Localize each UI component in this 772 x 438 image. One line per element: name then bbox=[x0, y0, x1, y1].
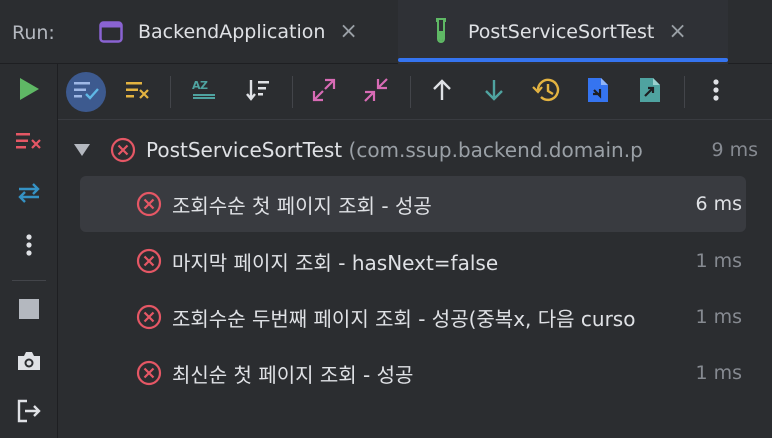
test-name: 조회수순 두번째 페이지 조회 - 성공(중복x, 다음 curso bbox=[172, 306, 636, 331]
test-results-tree: PostServiceSortTest (com.ssup.backend.do… bbox=[58, 120, 772, 438]
error-status-icon bbox=[136, 360, 162, 386]
test-class-name: PostServiceSortTest (com.ssup.backend.do… bbox=[146, 138, 703, 162]
next-failed-button[interactable] bbox=[474, 72, 514, 112]
toolbar-divider bbox=[170, 76, 171, 108]
arrow-up-icon bbox=[431, 78, 453, 106]
left-toolbar bbox=[0, 64, 58, 438]
exit-icon bbox=[17, 399, 41, 427]
expand-all-button[interactable] bbox=[304, 72, 344, 112]
collapse-all-button[interactable] bbox=[356, 72, 396, 112]
test-row[interactable]: 조회수순 첫 페이지 조회 - 성공 6 ms bbox=[80, 176, 746, 232]
export-file-icon bbox=[638, 76, 662, 108]
close-tab-icon[interactable]: × bbox=[339, 21, 357, 43]
tree-root-row[interactable]: PostServiceSortTest (com.ssup.backend.do… bbox=[72, 122, 762, 178]
test-package-label: (com.ssup.backend.domain.p bbox=[348, 138, 643, 162]
show-passed-button[interactable] bbox=[66, 72, 106, 112]
arrow-down-icon bbox=[483, 78, 505, 106]
sort-by-duration-button[interactable] bbox=[238, 72, 278, 112]
vertical-ellipsis-icon bbox=[712, 78, 720, 106]
export-tests-button[interactable] bbox=[630, 72, 670, 112]
test-history-button[interactable] bbox=[526, 72, 566, 112]
application-window-icon bbox=[98, 19, 124, 45]
test-row[interactable]: 마지막 페이지 조회 - hasNext=false 1 ms bbox=[80, 233, 746, 289]
test-row[interactable]: 최신순 첫 페이지 조회 - 성공 1 ms bbox=[80, 345, 746, 401]
sort-alphabetically-button[interactable]: AZ bbox=[184, 72, 224, 112]
test-row[interactable]: 조회수순 두번째 페이지 조회 - 성공(중복x, 다음 curso 1 ms bbox=[80, 289, 746, 345]
swap-arrows-icon bbox=[16, 182, 42, 208]
error-status-icon bbox=[110, 137, 136, 163]
duration-label: 6 ms bbox=[695, 193, 742, 215]
rerun-button[interactable] bbox=[10, 72, 48, 110]
show-ignored-icon bbox=[124, 79, 152, 105]
test-tree-toolbar: AZ bbox=[58, 64, 772, 120]
collapse-icon bbox=[363, 77, 389, 107]
toggle-auto-test-button[interactable] bbox=[10, 176, 48, 214]
test-name: 최신순 첫 페이지 조회 - 성공 bbox=[172, 362, 414, 387]
run-tool-window-header: Run: BackendApplication × PostServiceSor… bbox=[0, 0, 772, 64]
exit-button[interactable] bbox=[10, 394, 48, 432]
duration-label: 1 ms bbox=[695, 250, 742, 272]
run-label: Run: bbox=[12, 22, 55, 44]
duration-label: 1 ms bbox=[695, 306, 742, 328]
duration-label: 1 ms bbox=[695, 362, 742, 384]
show-ignored-button[interactable] bbox=[118, 72, 158, 112]
active-tab-indicator bbox=[398, 58, 728, 62]
tab-post-service-sort-test[interactable]: PostServiceSortTest × bbox=[398, 0, 728, 64]
stop-button[interactable] bbox=[10, 292, 48, 330]
test-name: 조회수순 첫 페이지 조회 - 성공 bbox=[172, 193, 432, 218]
error-status-icon bbox=[136, 304, 162, 330]
more-options-button[interactable] bbox=[696, 72, 736, 112]
toolbar-divider bbox=[684, 76, 685, 108]
rerun-failed-icon bbox=[15, 131, 43, 155]
more-options-button[interactable] bbox=[10, 228, 48, 266]
play-icon bbox=[18, 77, 40, 105]
test-class-label: PostServiceSortTest bbox=[146, 138, 343, 162]
screenshot-button[interactable] bbox=[10, 344, 48, 382]
tab-label: PostServiceSortTest bbox=[468, 21, 655, 43]
sort-duration-icon bbox=[245, 78, 271, 106]
import-file-icon bbox=[586, 76, 610, 108]
previous-failed-button[interactable] bbox=[422, 72, 462, 112]
close-tab-icon[interactable]: × bbox=[668, 21, 686, 43]
stop-icon bbox=[18, 298, 40, 324]
tab-label: BackendApplication bbox=[138, 21, 326, 43]
show-passed-icon bbox=[72, 79, 100, 105]
toolbar-divider bbox=[12, 280, 46, 281]
duration-label: 9 ms bbox=[711, 139, 758, 161]
toolbar-divider bbox=[292, 76, 293, 108]
history-clock-icon bbox=[532, 77, 560, 107]
sort-alphabetical-icon: AZ bbox=[190, 78, 218, 106]
test-tube-icon bbox=[428, 18, 454, 45]
expand-caret-icon[interactable] bbox=[72, 140, 92, 160]
svg-text:Z: Z bbox=[200, 79, 208, 92]
expand-icon bbox=[311, 77, 337, 107]
toolbar-divider bbox=[410, 76, 411, 108]
tab-backend-application[interactable]: BackendApplication × bbox=[98, 0, 388, 64]
import-tests-button[interactable] bbox=[578, 72, 618, 112]
vertical-ellipsis-icon bbox=[25, 233, 33, 261]
error-status-icon bbox=[136, 191, 162, 217]
error-status-icon bbox=[136, 248, 162, 274]
rerun-failed-button[interactable] bbox=[10, 124, 48, 162]
test-name: 마지막 페이지 조회 - hasNext=false bbox=[172, 250, 499, 275]
camera-icon bbox=[16, 350, 42, 376]
